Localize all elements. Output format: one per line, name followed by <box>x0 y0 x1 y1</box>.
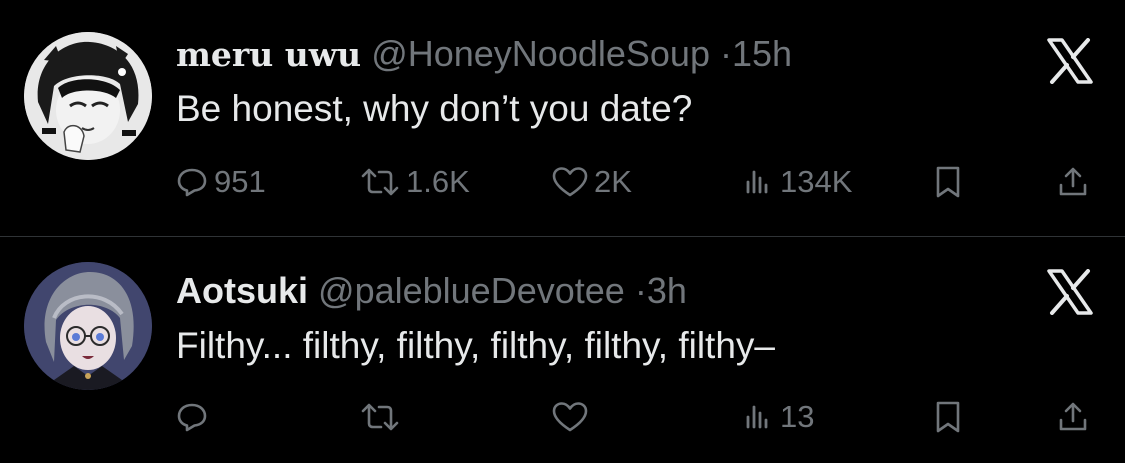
bookmark-icon <box>932 165 964 199</box>
x-logo-icon <box>1047 38 1093 84</box>
reply-icon <box>176 166 208 198</box>
views-chart-icon <box>742 401 774 433</box>
reply-button[interactable]: 951 <box>176 162 266 202</box>
retweet-icon <box>360 401 400 433</box>
avatar[interactable] <box>24 262 152 390</box>
views-button[interactable]: 134K <box>742 162 852 202</box>
heart-icon <box>552 401 588 433</box>
views-count: 13 <box>780 399 815 434</box>
views-count: 134K <box>780 164 853 199</box>
like-button[interactable]: 2K <box>552 162 632 202</box>
tweet-text: Filthy... filthy, filthy, filthy, filthy… <box>176 325 775 366</box>
heart-icon <box>552 166 588 198</box>
tweet-header: meru uwu @HoneyNoodleSoup ·15h <box>176 32 792 77</box>
retweet-button[interactable] <box>360 397 406 437</box>
display-name[interactable]: meru uwu <box>176 35 361 74</box>
views-chart-icon <box>742 166 774 198</box>
x-logo-icon <box>1047 269 1093 315</box>
retweet-icon <box>360 166 400 198</box>
timestamp[interactable]: 3h <box>647 270 687 311</box>
reply-icon <box>176 401 208 433</box>
user-handle[interactable]: @HoneyNoodleSoup <box>371 33 710 74</box>
views-button[interactable]: 13 <box>742 397 814 437</box>
tweet-text: Be honest, why don’t you date? <box>176 88 693 129</box>
share-icon <box>1056 400 1090 434</box>
share-icon <box>1056 165 1090 199</box>
action-bar: 951 1.6K 2K 134K <box>176 162 1096 202</box>
tweet-card[interactable]: meru uwu @HoneyNoodleSoup ·15h Be honest… <box>0 0 1125 236</box>
action-bar: 13 <box>176 397 1096 437</box>
like-count: 2K <box>594 164 632 199</box>
retweet-count: 1.6K <box>406 164 470 199</box>
retweet-button[interactable]: 1.6K <box>360 162 470 202</box>
display-name[interactable]: Aotsuki <box>176 270 308 311</box>
tweet-card[interactable]: Aotsuki @paleblueDevotee ·3h Filthy... f… <box>0 237 1125 463</box>
separator-dot: · <box>634 270 647 311</box>
reply-button[interactable] <box>176 397 214 437</box>
tweet-header: Aotsuki @paleblueDevotee ·3h <box>176 269 687 313</box>
separator-dot: · <box>719 33 732 74</box>
avatar[interactable] <box>24 32 152 160</box>
bookmark-button[interactable] <box>932 397 964 437</box>
share-button[interactable] <box>1056 397 1090 437</box>
timestamp[interactable]: 15h <box>732 33 792 74</box>
reply-count: 951 <box>214 164 266 199</box>
bookmark-button[interactable] <box>932 162 964 202</box>
like-button[interactable] <box>552 397 594 437</box>
bookmark-icon <box>932 400 964 434</box>
user-handle[interactable]: @paleblueDevotee <box>318 270 625 311</box>
share-button[interactable] <box>1056 162 1090 202</box>
